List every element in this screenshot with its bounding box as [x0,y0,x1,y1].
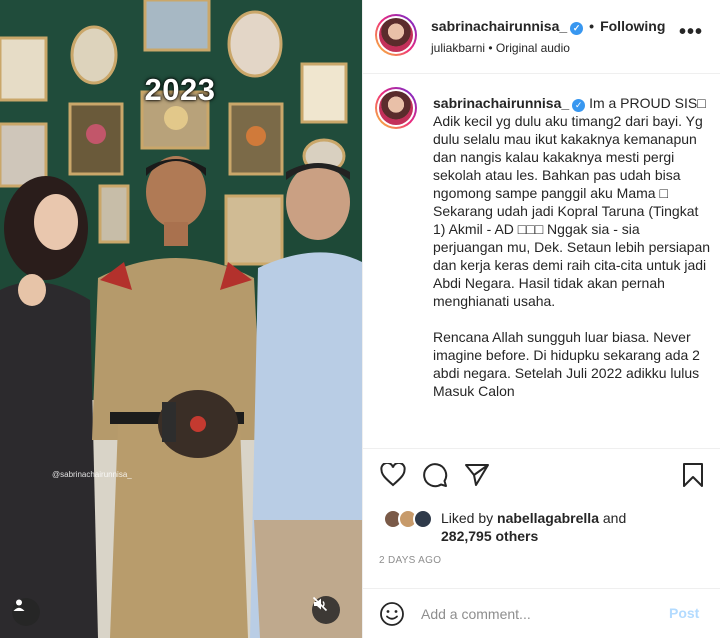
liker-avatars [383,509,439,529]
comment-input[interactable] [421,603,651,625]
author-username[interactable]: sabrinachairunnisa_ [431,18,567,34]
liker-avatar[interactable] [413,509,433,529]
caption-section: sabrinachairunnisa_ ✓ Im a PROUD SIS□ Adi… [363,75,720,447]
share-icon [465,464,489,486]
share-button[interactable] [463,461,491,489]
comment-bar: Post [363,588,720,638]
post-header: sabrinachairunnisa_ ✓ • Following juliakbar… [363,0,720,74]
watermark: @sabrinachairunnisa_ [52,470,132,479]
separator-dot: • [589,18,595,34]
post-side-panel: sabrinachairunnisa_ ✓ • Following juliakbar… [362,0,720,638]
emoji-button[interactable] [379,601,405,627]
post-date[interactable]: 2 DAYS AGO [379,555,441,566]
mute-icon [312,596,328,612]
caption-username[interactable]: sabrinachairunnisa_ [433,95,569,111]
mute-button[interactable] [312,596,340,624]
save-button[interactable] [679,461,707,489]
user-tag-icon [13,599,25,611]
person-woman [0,176,98,638]
comment-button[interactable] [421,461,449,489]
caption-text: Im a PROUD SIS□ Adik kecil yg dulu aku t… [433,95,711,399]
emoji-icon [380,602,404,626]
year-overlay: 2023 [144,72,216,107]
likes-count[interactable]: 282,795 others [441,528,538,544]
audio-link[interactable]: juliakbarni • Original audio [431,41,570,55]
user-tags-button[interactable] [12,598,40,626]
following-button[interactable]: Following [600,18,665,34]
post-comment-button[interactable]: Post [669,605,699,621]
likes-and: and [598,510,627,526]
liker-username[interactable]: nabellagabrella [497,510,599,526]
likes-text: Liked by nabellagabrella and 282,795 othe… [441,509,691,545]
post-actions: Liked by nabellagabrella and 282,795 othe… [363,448,720,588]
caption-body: sabrinachairunnisa_ ✓ Im a PROUD SIS□ Adi… [433,94,711,400]
author-avatar[interactable] [375,14,417,56]
liked-by-prefix: Liked by [441,510,498,526]
more-options-button[interactable]: ••• [677,22,705,50]
comment-icon [423,463,448,488]
caption-verified-badge-icon: ✓ [572,99,586,112]
author-line: sabrinachairunnisa_ ✓ • Following [431,18,665,35]
bookmark-icon [683,463,703,487]
verified-badge-icon: ✓ [570,22,584,35]
post-media[interactable]: 2023 @sabrinachairunnisa_ [0,0,362,638]
heart-icon [380,463,406,487]
caption-author-avatar[interactable] [375,87,417,129]
like-button[interactable] [379,461,407,489]
